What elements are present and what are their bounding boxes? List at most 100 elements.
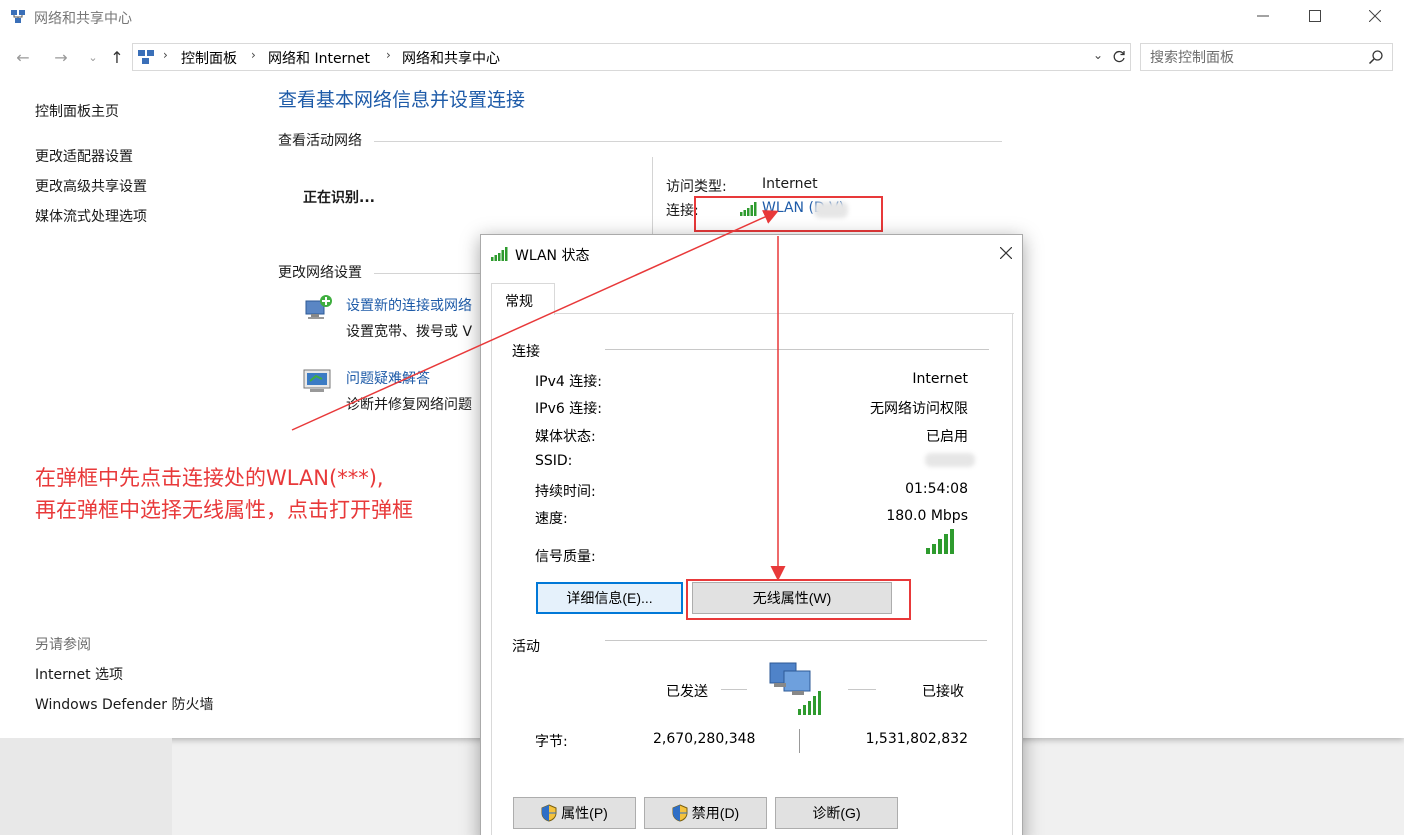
- refresh-icon: [1113, 50, 1125, 63]
- address-row: ← → ⌄ ↑ › 控制面板 › 网络和 Internet › 网络和共享中心 …: [0, 40, 1404, 74]
- breadcrumb-separator: ›: [251, 48, 256, 62]
- sent-label: 已发送: [666, 684, 708, 700]
- maximize-button[interactable]: [1292, 0, 1338, 32]
- access-type-value: Internet: [762, 176, 818, 192]
- annotation-text-line1: 在弹框中先点击连接处的WLAN(***),: [35, 466, 384, 490]
- shield-icon: [541, 804, 557, 822]
- minimize-icon: [1257, 15, 1269, 17]
- sidebar-item-firewall[interactable]: Windows Defender 防火墙: [35, 694, 213, 714]
- disable-button-label: 禁用(D): [691, 805, 740, 821]
- see-also-heading: 另请参阅: [35, 637, 91, 653]
- troubleshoot-desc: 诊断并修复网络问题: [346, 397, 472, 413]
- title-bar: 网络和共享中心: [0, 0, 1404, 34]
- duration-value: 01:54:08: [905, 481, 968, 497]
- details-button[interactable]: 详细信息(E)...: [536, 582, 683, 614]
- signal-strength-icon: [926, 529, 954, 554]
- dialog-title: WLAN 状态: [515, 248, 590, 264]
- sidebar-item-internet-options[interactable]: Internet 选项: [35, 664, 123, 684]
- troubleshoot-link[interactable]: 问题疑难解答: [346, 368, 430, 388]
- wlan-link-highlight-box: [694, 196, 883, 232]
- close-icon: [999, 246, 1013, 260]
- divider: [799, 729, 800, 753]
- dialog-close-button[interactable]: [999, 243, 1013, 264]
- ssid-label: SSID:: [535, 453, 573, 469]
- window-title: 网络和共享中心: [34, 11, 132, 27]
- properties-button[interactable]: 属性(P): [513, 797, 636, 829]
- ipv4-label: IPv4 连接:: [535, 374, 602, 390]
- chevron-down-icon: ⌄: [88, 50, 98, 64]
- activity-group-label: 活动: [512, 639, 540, 655]
- shield-icon: [672, 804, 688, 822]
- network-activity-icon: [769, 662, 821, 715]
- media-state-label: 媒体状态:: [535, 429, 596, 445]
- wlan-status-dialog: WLAN 状态 常规 连接 IPv4 连接: Internet IPv6 连接:…: [480, 234, 1023, 835]
- address-dropdown-icon[interactable]: ⌄: [1093, 48, 1103, 62]
- minimize-button[interactable]: [1240, 0, 1286, 32]
- back-button[interactable]: ←: [12, 46, 34, 68]
- breadcrumb-network-internet[interactable]: 网络和 Internet: [268, 48, 370, 68]
- wireless-properties-highlight-box: [686, 579, 911, 620]
- control-panel-icon: [138, 50, 154, 64]
- breadcrumb-network-center[interactable]: 网络和共享中心: [402, 48, 500, 68]
- bytes-sent-value: 2,670,280,348: [653, 731, 756, 747]
- breadcrumb-control-panel[interactable]: 控制面板: [181, 48, 237, 68]
- redaction-blur: [925, 453, 975, 467]
- received-label: 已接收: [922, 684, 964, 700]
- ipv6-label: IPv6 连接:: [535, 401, 602, 417]
- setup-new-connection-desc: 设置宽带、拨号或 V: [346, 324, 473, 340]
- close-window-button[interactable]: [1352, 0, 1398, 32]
- tab-panel-general: [491, 314, 1013, 835]
- sidebar-item-adapter-settings[interactable]: 更改适配器设置: [35, 146, 133, 166]
- duration-label: 持续时间:: [535, 484, 596, 500]
- forward-arrow-icon: →: [54, 47, 68, 67]
- network-center-app-icon: [11, 10, 25, 23]
- address-bar[interactable]: › 控制面板 › 网络和 Internet › 网络和共享中心 ⌄: [132, 43, 1108, 71]
- divider: [374, 141, 1002, 142]
- network-name: 正在识别...: [303, 190, 375, 206]
- up-button[interactable]: ↑: [106, 46, 128, 68]
- divider: [652, 157, 653, 237]
- properties-button-label: 属性(P): [561, 805, 608, 821]
- diagnose-button[interactable]: 诊断(G): [775, 797, 898, 829]
- breadcrumb-separator: ›: [386, 48, 391, 62]
- bytes-label: 字节:: [535, 734, 568, 750]
- divider: [848, 689, 876, 690]
- media-state-value: 已启用: [926, 429, 968, 445]
- wifi-signal-icon: [491, 247, 508, 261]
- search-input[interactable]: [1141, 44, 1351, 70]
- search-icon[interactable]: [1368, 49, 1384, 65]
- divider: [605, 349, 989, 350]
- change-settings-label: 更改网络设置: [278, 265, 362, 281]
- maximize-icon: [1309, 10, 1321, 22]
- speed-value: 180.0 Mbps: [886, 508, 968, 524]
- page-title: 查看基本网络信息并设置连接: [278, 89, 526, 111]
- breadcrumb-separator: ›: [163, 48, 168, 62]
- recent-locations-button[interactable]: ⌄: [82, 46, 104, 68]
- speed-label: 速度:: [535, 511, 568, 527]
- sidebar-item-media-streaming[interactable]: 媒体流式处理选项: [35, 206, 147, 226]
- up-arrow-icon: ↑: [110, 47, 124, 67]
- divider: [605, 640, 987, 641]
- access-type-label: 访问类型:: [666, 179, 727, 195]
- sidebar-item-advanced-sharing[interactable]: 更改高级共享设置: [35, 176, 147, 196]
- search-box: [1140, 43, 1393, 71]
- setup-new-connection-link[interactable]: 设置新的连接或网络: [346, 295, 472, 315]
- disable-button[interactable]: 禁用(D): [644, 797, 767, 829]
- sidebar-item-control-panel-home[interactable]: 控制面板主页: [35, 101, 119, 121]
- troubleshoot-icon: [303, 369, 331, 392]
- divider: [374, 273, 484, 274]
- ipv4-value: Internet: [912, 371, 968, 387]
- tab-general[interactable]: 常规: [491, 283, 555, 315]
- close-icon: [1369, 10, 1381, 22]
- bytes-received-value: 1,531,802,832: [865, 731, 968, 747]
- active-networks-label: 查看活动网络: [278, 133, 362, 149]
- back-arrow-icon: ←: [16, 47, 30, 67]
- ipv6-value: 无网络访问权限: [870, 401, 968, 417]
- annotation-text-line2: 再在弹框中选择无线属性，点击打开弹框: [35, 498, 413, 522]
- desktop-background: [0, 738, 172, 835]
- forward-button[interactable]: →: [50, 46, 72, 68]
- divider: [721, 689, 747, 690]
- signal-quality-label: 信号质量:: [535, 549, 596, 565]
- connection-group-label: 连接: [512, 344, 540, 360]
- refresh-button[interactable]: [1107, 43, 1131, 71]
